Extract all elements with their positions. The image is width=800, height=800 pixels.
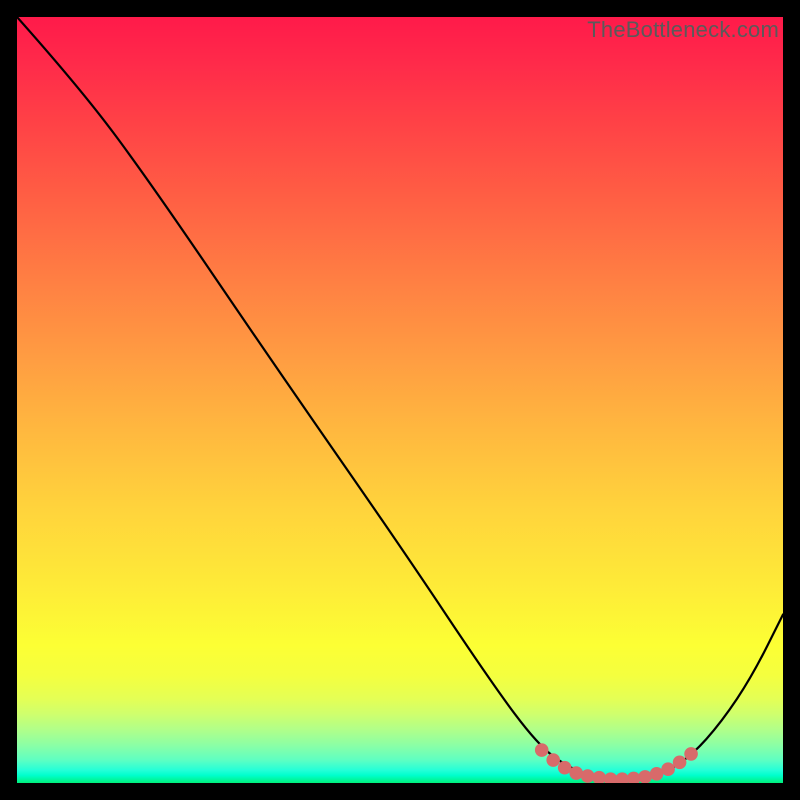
bottleneck-curve-path	[17, 17, 783, 779]
highlight-dot	[569, 766, 583, 780]
highlight-dot	[684, 747, 698, 761]
highlight-dot	[581, 769, 595, 783]
plot-area: TheBottleneck.com	[17, 17, 783, 783]
highlight-dot	[592, 771, 606, 783]
highlight-dot	[546, 753, 560, 767]
highlight-dot	[661, 762, 675, 776]
highlight-dot	[535, 743, 549, 757]
highlight-dot	[638, 770, 652, 783]
highlight-dots-group	[535, 743, 698, 783]
highlight-dot	[673, 756, 687, 770]
chart-svg	[17, 17, 783, 783]
chart-frame: TheBottleneck.com	[0, 0, 800, 800]
highlight-dot	[604, 772, 618, 783]
